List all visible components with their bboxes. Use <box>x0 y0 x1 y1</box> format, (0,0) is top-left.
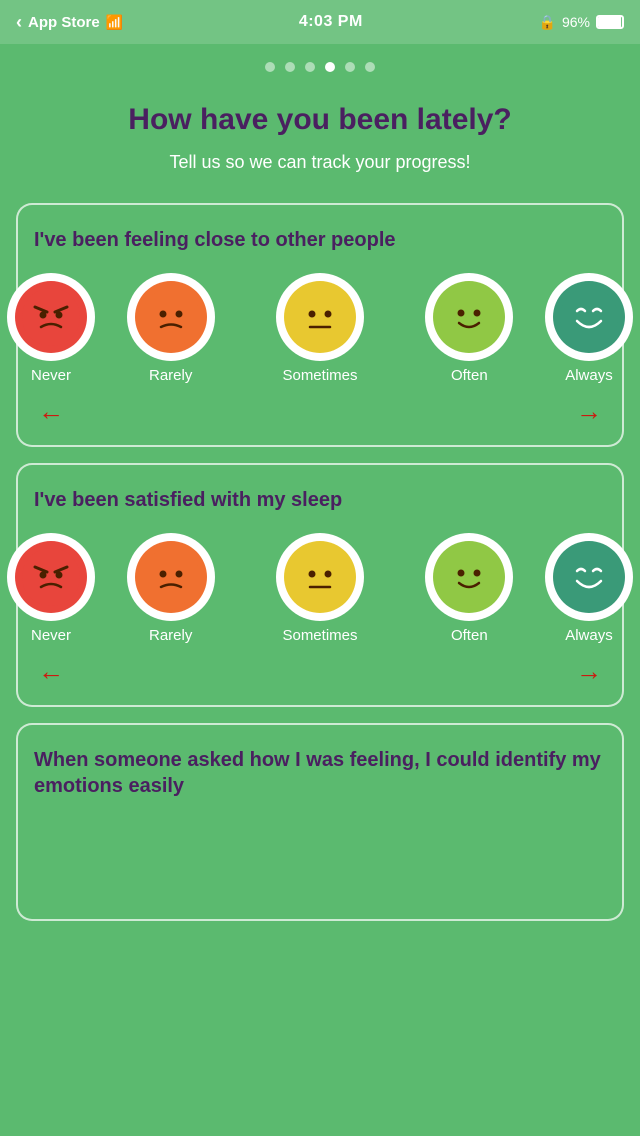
header-section: How have you been lately? Tell us so we … <box>0 82 640 203</box>
emoji-circle-sometimes-1[interactable] <box>276 273 364 361</box>
arrow-left-1: ← <box>38 396 64 427</box>
label-rarely-1: Rarely <box>149 367 192 384</box>
emoji-circle-always-1[interactable] <box>545 273 633 361</box>
lock-icon: 🔒 <box>539 14 556 31</box>
label-never-1: Never <box>31 367 71 384</box>
emoji-face-often-2 <box>433 541 505 613</box>
option-sometimes-2[interactable]: Sometimes <box>245 533 394 644</box>
emoji-circle-always-2[interactable] <box>545 533 633 621</box>
emoji-face-often-1 <box>433 281 505 353</box>
option-often-2[interactable]: Often <box>395 533 544 644</box>
emoji-circle-never-2[interactable] <box>7 533 95 621</box>
label-often-1: Often <box>451 367 488 384</box>
sub-text: Tell us so we can track your progress! <box>40 152 600 173</box>
page-dot-5[interactable] <box>345 62 355 72</box>
card-3-title: When someone asked how I was feeling, I … <box>34 747 606 799</box>
card-2-title: I've been satisfied with my sleep <box>34 487 606 513</box>
wifi-icon: 📶 <box>106 14 123 31</box>
emoji-face-sometimes-1 <box>284 281 356 353</box>
emoji-circle-rarely-2[interactable] <box>127 533 215 621</box>
status-bar-time: 4:03 PM <box>299 13 363 31</box>
option-never-2[interactable]: Never <box>6 533 96 644</box>
label-always-1: Always <box>565 367 613 384</box>
label-never-2: Never <box>31 627 71 644</box>
battery-icon <box>596 15 624 29</box>
card-1: I've been feeling close to other people <box>16 203 624 447</box>
emoji-circle-often-1[interactable] <box>425 273 513 361</box>
option-rarely-1[interactable]: Rarely <box>96 273 245 384</box>
card-2-arrows: ← → <box>34 652 606 687</box>
emoji-face-always-2 <box>553 541 625 613</box>
page-dot-4[interactable] <box>325 62 335 72</box>
option-often-1[interactable]: Often <box>395 273 544 384</box>
emoji-face-rarely-1 <box>135 281 207 353</box>
emoji-face-always-1 <box>553 281 625 353</box>
emoji-circle-rarely-1[interactable] <box>127 273 215 361</box>
label-rarely-2: Rarely <box>149 627 192 644</box>
emoji-face-rarely-2 <box>135 541 207 613</box>
status-bar-right: 🔒 96% <box>539 14 624 31</box>
status-bar: ‹ App Store 📶 4:03 PM 🔒 96% <box>0 0 640 44</box>
card-3: When someone asked how I was feeling, I … <box>16 723 624 921</box>
main-question: How have you been lately? <box>40 102 600 138</box>
back-arrow-icon[interactable]: ‹ <box>16 12 22 33</box>
card-1-arrows: ← → <box>34 392 606 427</box>
card-1-options: Never Rarely <box>34 273 606 392</box>
status-bar-left: ‹ App Store 📶 <box>16 12 123 33</box>
label-always-2: Always <box>565 627 613 644</box>
emoji-circle-often-2[interactable] <box>425 533 513 621</box>
arrow-right-1: → <box>576 396 602 427</box>
card-1-title: I've been feeling close to other people <box>34 227 606 253</box>
label-often-2: Often <box>451 627 488 644</box>
page-indicators <box>0 44 640 82</box>
label-sometimes-1: Sometimes <box>282 367 357 384</box>
page-dot-6[interactable] <box>365 62 375 72</box>
emoji-circle-sometimes-2[interactable] <box>276 533 364 621</box>
option-always-2[interactable]: Always <box>544 533 634 644</box>
card-2: I've been satisfied with my sleep Never <box>16 463 624 707</box>
option-never-1[interactable]: Never <box>6 273 96 384</box>
battery-percent: 96% <box>562 14 590 30</box>
arrow-right-2: → <box>576 656 602 687</box>
emoji-circle-never-1[interactable] <box>7 273 95 361</box>
page-dot-2[interactable] <box>285 62 295 72</box>
card-2-options: Never Rarely <box>34 533 606 652</box>
page-dot-3[interactable] <box>305 62 315 72</box>
page-dot-1[interactable] <box>265 62 275 72</box>
label-sometimes-2: Sometimes <box>282 627 357 644</box>
emoji-face-sometimes-2 <box>284 541 356 613</box>
option-always-1[interactable]: Always <box>544 273 634 384</box>
arrow-left-2: ← <box>38 656 64 687</box>
app-store-label: App Store <box>28 14 100 31</box>
emoji-face-never-1 <box>15 281 87 353</box>
option-sometimes-1[interactable]: Sometimes <box>245 273 394 384</box>
option-rarely-2[interactable]: Rarely <box>96 533 245 644</box>
emoji-face-never-2 <box>15 541 87 613</box>
